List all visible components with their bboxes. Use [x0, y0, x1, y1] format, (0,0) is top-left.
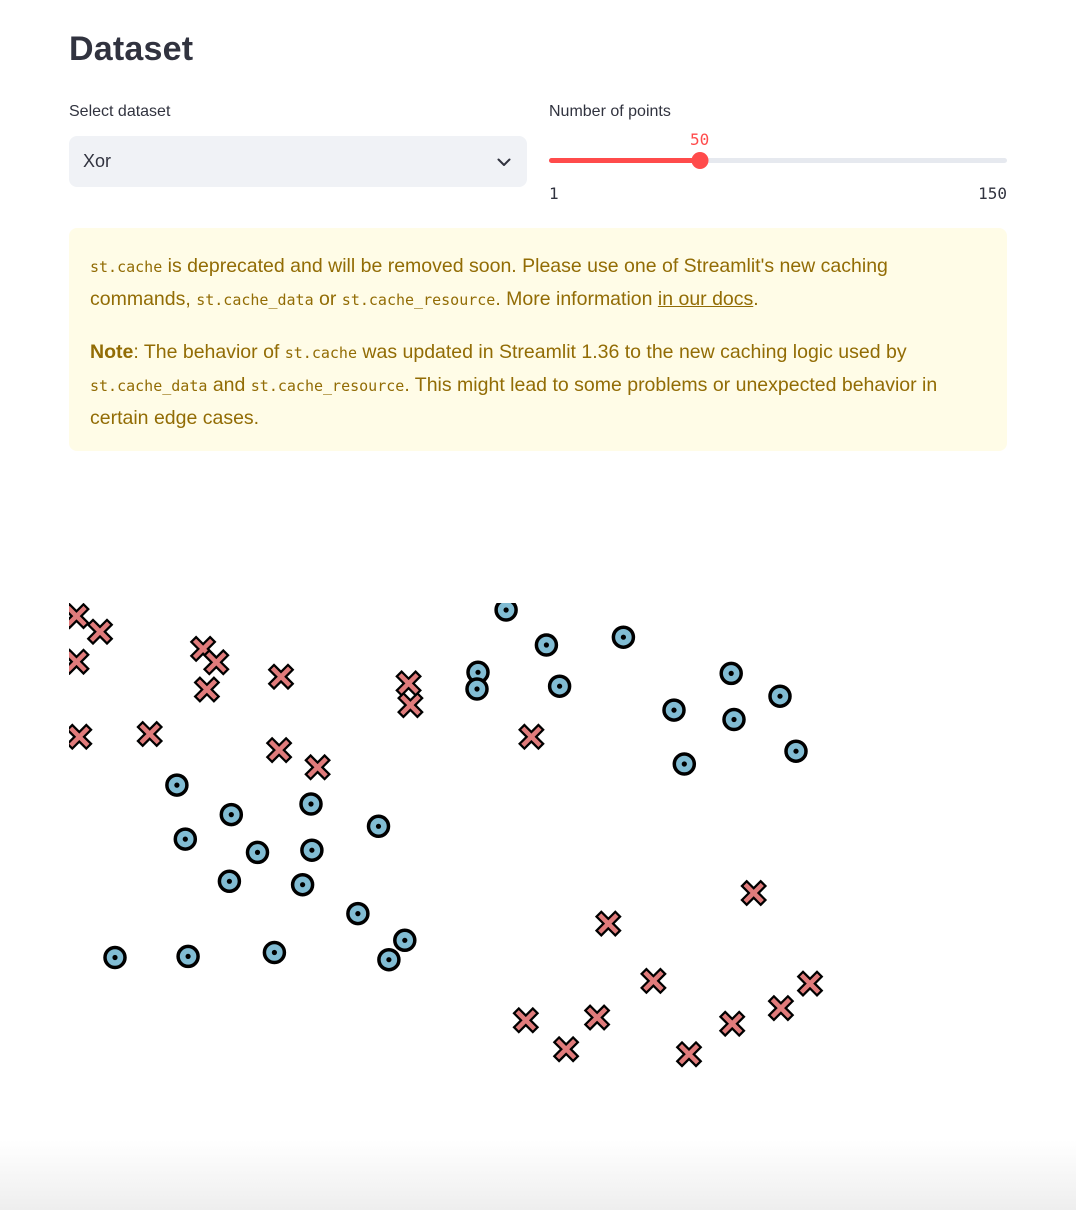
x-marker-point: [267, 663, 295, 691]
circle-marker-point: [465, 677, 489, 701]
circle-marker-point: [534, 633, 559, 657]
circle-marker-point: [173, 827, 198, 851]
x-marker-point: [136, 720, 164, 748]
circle-marker-point: [768, 684, 792, 708]
circle-marker-point: [346, 901, 370, 926]
circle-marker-point: [611, 625, 636, 649]
x-marker-point: [583, 1004, 611, 1031]
x-marker-point: [518, 723, 545, 751]
x-marker-point: [767, 994, 795, 1022]
x-marker-point: [86, 618, 114, 646]
circle-marker-point: [377, 947, 401, 972]
x-marker-point: [740, 879, 768, 907]
circle-marker-point: [299, 792, 323, 816]
circle-marker-point: [547, 674, 572, 698]
circle-marker-point: [662, 698, 686, 722]
x-marker-point: [193, 676, 221, 703]
x-marker-point: [718, 1010, 746, 1038]
circle-marker-point: [784, 739, 808, 763]
x-marker-point: [640, 967, 667, 995]
circle-marker-point: [290, 872, 315, 897]
x-marker-point: [69, 723, 93, 751]
x-marker-point: [265, 736, 293, 764]
circle-marker-point: [103, 945, 127, 970]
x-marker-point: [552, 1035, 580, 1063]
circle-marker-point: [300, 838, 324, 862]
circle-marker-point: [217, 869, 242, 894]
x-marker-point: [512, 1006, 540, 1034]
x-marker-point: [395, 670, 422, 697]
circle-marker-point: [672, 752, 697, 776]
circle-marker-point: [393, 928, 417, 953]
x-marker-point: [594, 910, 622, 937]
circle-marker-point: [722, 707, 746, 732]
x-marker-point: [69, 648, 90, 676]
x-marker-point: [397, 691, 424, 719]
x-marker-point: [202, 648, 230, 676]
x-marker-point: [304, 753, 331, 781]
circle-marker-point: [245, 840, 270, 865]
circle-marker-point: [176, 944, 200, 969]
bottom-fade: [0, 1140, 1076, 1210]
scatter-plot: [69, 603, 824, 1068]
circle-marker-point: [219, 802, 244, 827]
circle-marker-point: [165, 773, 189, 797]
circle-marker-point: [366, 814, 391, 839]
x-marker-point: [796, 970, 824, 997]
circle-marker-point: [719, 661, 743, 686]
x-marker-point: [675, 1040, 703, 1068]
circle-marker-point: [262, 940, 287, 965]
circle-marker-point: [494, 603, 518, 622]
x-marker-point: [69, 603, 90, 630]
